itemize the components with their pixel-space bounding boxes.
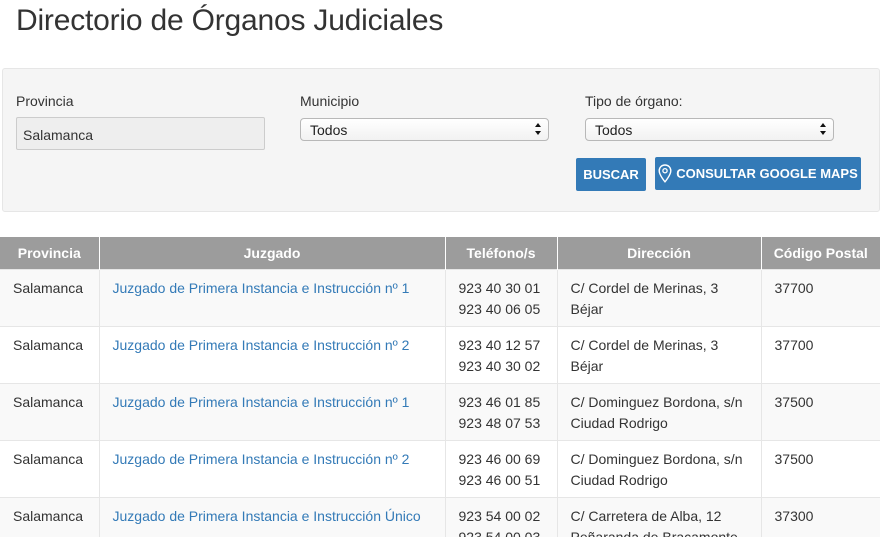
phone-1: 923 46 01 85 — [458, 393, 541, 410]
address-city: Béjar — [570, 357, 604, 374]
address-street: C/ Dominguez Bordona, s/n — [570, 393, 743, 410]
cell-juzgado: Juzgado de Primera Instancia e Instrucci… — [99, 325, 446, 383]
address-city: Ciudad Rodrigo — [570, 414, 668, 431]
header-direccion[interactable]: Dirección — [557, 237, 762, 269]
cell-telefono: 923 54 00 02 923 54 00 03 — [445, 496, 558, 537]
cell-codigo-postal: 37700 — [761, 268, 880, 326]
court-link[interactable]: Juzgado de Primera Instancia e Instrucci… — [113, 508, 421, 524]
google-maps-button[interactable]: CONSULTAR GOOGLE MAPS — [655, 157, 861, 190]
court-link[interactable]: Juzgado de Primera Instancia e Instrucci… — [113, 451, 410, 467]
select-arrows-icon — [820, 123, 826, 135]
select-arrows-icon — [535, 123, 541, 135]
cell-provincia: Salamanca — [0, 496, 100, 537]
header-juzgado[interactable]: Juzgado — [99, 237, 446, 269]
address-street: C/ Carretera de Alba, 12 — [570, 507, 722, 524]
cell-juzgado: Juzgado de Primera Instancia e Instrucci… — [99, 268, 446, 326]
filter-panel: Provincia Salamanca Municipio Todos Tipo… — [2, 68, 880, 212]
table-row: Salamanca Juzgado de Primera Instancia e… — [0, 439, 880, 497]
header-provincia[interactable]: Provincia — [0, 237, 100, 269]
table-row: Salamanca Juzgado de Primera Instancia e… — [0, 382, 880, 440]
cell-codigo-postal: 37500 — [761, 382, 880, 440]
address-city: Béjar — [570, 300, 604, 317]
cell-codigo-postal: 37700 — [761, 325, 880, 383]
cell-telefono: 923 46 01 85 923 48 07 53 — [445, 382, 558, 440]
cell-juzgado: Juzgado de Primera Instancia e Instrucci… — [99, 496, 446, 537]
google-maps-button-label: CONSULTAR GOOGLE MAPS — [676, 166, 858, 181]
organ-type-select-value: Todos — [595, 122, 633, 138]
cell-provincia: Salamanca — [0, 325, 100, 383]
court-link[interactable]: Juzgado de Primera Instancia e Instrucci… — [113, 337, 410, 353]
address-street: C/ Cordel de Merinas, 3 — [570, 336, 719, 353]
search-button[interactable]: BUSCAR — [576, 158, 646, 191]
cell-direccion: C/ Dominguez Bordona, s/n Ciudad Rodrigo — [557, 382, 762, 440]
court-link[interactable]: Juzgado de Primera Instancia e Instrucci… — [113, 394, 410, 410]
header-telefono[interactable]: Teléfono/s — [445, 237, 558, 269]
cell-provincia: Salamanca — [0, 268, 100, 326]
header-codigo-postal[interactable]: Código Postal — [761, 237, 880, 269]
page-title: Directorio de Órganos Judiciales — [16, 4, 444, 37]
results-table: Provincia Juzgado Teléfono/s Dirección C… — [0, 237, 880, 537]
organ-type-select[interactable]: Todos — [585, 118, 834, 141]
address-street: C/ Dominguez Bordona, s/n — [570, 450, 743, 467]
municipality-select[interactable]: Todos — [300, 118, 549, 141]
organ-type-label: Tipo de órgano: — [585, 93, 683, 109]
cell-provincia: Salamanca — [0, 439, 100, 497]
phone-1: 923 40 30 01 — [458, 279, 541, 296]
address-city: Ciudad Rodrigo — [570, 471, 668, 488]
cell-juzgado: Juzgado de Primera Instancia e Instrucci… — [99, 382, 446, 440]
address-street: C/ Cordel de Merinas, 3 — [570, 279, 719, 296]
province-label: Provincia — [16, 93, 74, 109]
cell-direccion: C/ Cordel de Merinas, 3 Béjar — [557, 325, 762, 383]
table-row: Salamanca Juzgado de Primera Instancia e… — [0, 325, 880, 383]
phone-2: 923 40 30 02 — [458, 357, 541, 374]
cell-direccion: C/ Dominguez Bordona, s/n Ciudad Rodrigo — [557, 439, 762, 497]
phone-2: 923 54 00 03 — [458, 528, 541, 537]
table-row: Salamanca Juzgado de Primera Instancia e… — [0, 268, 880, 326]
search-button-label: BUSCAR — [583, 167, 639, 182]
map-pin-icon — [658, 164, 672, 183]
table-header-row: Provincia Juzgado Teléfono/s Dirección C… — [0, 237, 880, 269]
cell-direccion: C/ Cordel de Merinas, 3 Béjar — [557, 268, 762, 326]
phone-2: 923 46 00 51 — [458, 471, 541, 488]
address-city: Peñaranda de Bracamonte — [570, 528, 738, 537]
municipality-label: Municipio — [300, 93, 360, 109]
cell-codigo-postal: 37300 — [761, 496, 880, 537]
phone-1: 923 40 12 57 — [458, 336, 541, 353]
cell-direccion: C/ Carretera de Alba, 12 Peñaranda de Bra… — [557, 496, 762, 537]
phone-2: 923 40 06 05 — [458, 300, 541, 317]
phone-2: 923 48 07 53 — [458, 414, 541, 431]
cell-telefono: 923 46 00 69 923 46 00 51 — [445, 439, 558, 497]
phone-1: 923 54 00 02 — [458, 507, 541, 524]
table-row: Salamanca Juzgado de Primera Instancia e… — [0, 496, 880, 537]
phone-1: 923 46 00 69 — [458, 450, 541, 467]
cell-provincia: Salamanca — [0, 382, 100, 440]
court-link[interactable]: Juzgado de Primera Instancia e Instrucci… — [113, 280, 410, 296]
cell-codigo-postal: 37500 — [761, 439, 880, 497]
cell-juzgado: Juzgado de Primera Instancia e Instrucci… — [99, 439, 446, 497]
municipality-select-value: Todos — [310, 122, 348, 138]
cell-telefono: 923 40 30 01 923 40 06 05 — [445, 268, 558, 326]
cell-telefono: 923 40 12 57 923 40 30 02 — [445, 325, 558, 383]
province-field[interactable]: Salamanca — [16, 117, 265, 150]
